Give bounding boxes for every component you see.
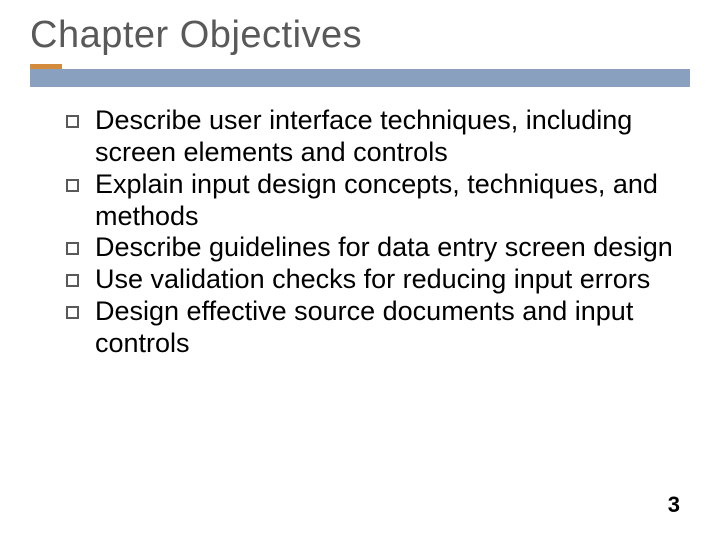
objective-text: Design effective source documents and in… [95, 296, 680, 360]
square-bullet-icon [66, 306, 79, 319]
square-bullet-icon [66, 179, 79, 192]
objective-text: Use validation checks for reducing input… [95, 264, 650, 296]
slide-container: Chapter Objectives Describe user interfa… [0, 0, 720, 540]
objective-text: Describe guidelines for data entry scree… [95, 232, 673, 264]
square-bullet-icon [66, 115, 79, 128]
list-item: Use validation checks for reducing input… [66, 264, 680, 296]
list-item: Describe user interface techniques, incl… [66, 105, 680, 169]
list-item: Design effective source documents and in… [66, 296, 680, 360]
accent-bar [30, 69, 690, 87]
square-bullet-icon [66, 242, 79, 255]
objective-text: Explain input design concepts, technique… [95, 169, 680, 233]
objectives-list: Describe user interface techniques, incl… [30, 105, 690, 360]
page-title: Chapter Objectives [30, 14, 690, 57]
objective-text: Describe user interface techniques, incl… [95, 105, 680, 169]
square-bullet-icon [66, 274, 79, 287]
page-number: 3 [668, 492, 680, 518]
list-item: Explain input design concepts, technique… [66, 169, 680, 233]
list-item: Describe guidelines for data entry scree… [66, 232, 680, 264]
